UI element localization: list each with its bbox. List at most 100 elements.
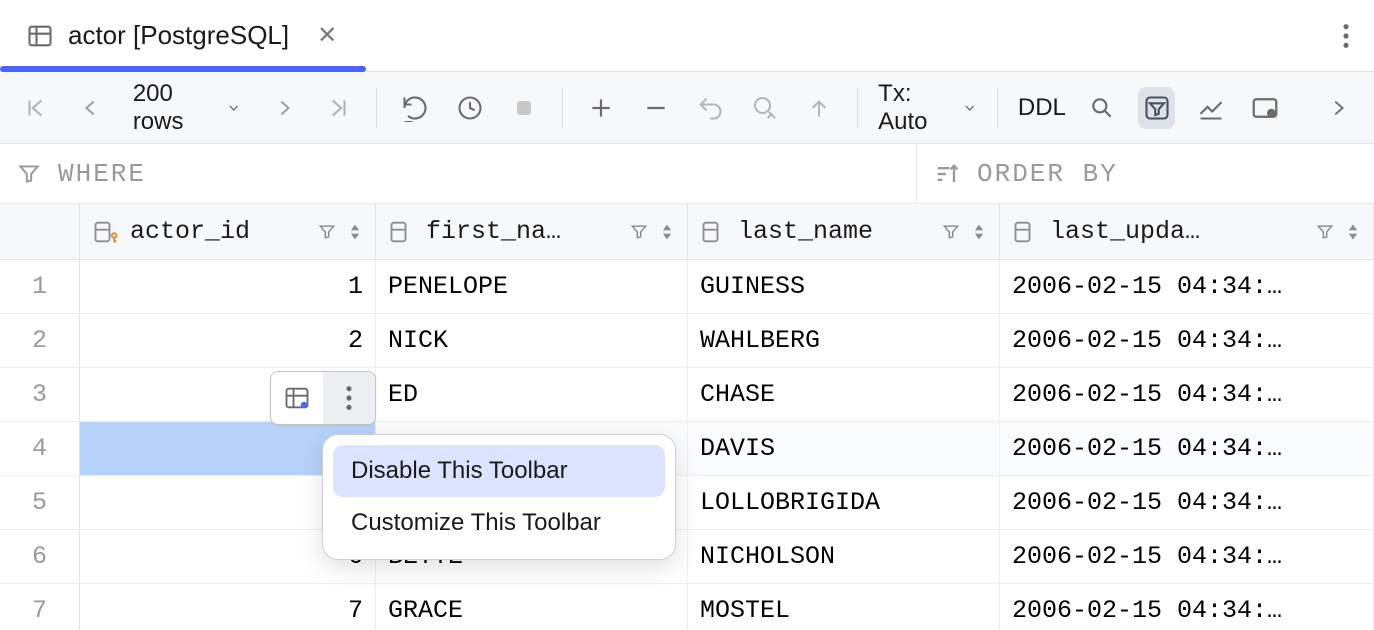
first-page-button[interactable]: [18, 87, 54, 129]
cell-hover-toolbar: [270, 371, 376, 425]
last-page-button[interactable]: [320, 87, 356, 129]
cell-actor-id[interactable]: 2: [80, 314, 376, 367]
divider: [562, 88, 563, 128]
ddl-button[interactable]: DDL: [1018, 94, 1066, 122]
table-row[interactable]: 4 DAVIS 2006-02-15 04:34:…: [0, 422, 1374, 476]
cell-first-name[interactable]: ED: [376, 368, 688, 421]
cell-more-button[interactable]: [323, 372, 375, 424]
divider: [997, 88, 998, 128]
column-header-actor-id[interactable]: actor_id: [80, 204, 376, 259]
table-row[interactable]: 2 2 NICK WAHLBERG 2006-02-15 04:34:…: [0, 314, 1374, 368]
search-button[interactable]: [1084, 87, 1120, 129]
sort-icon[interactable]: [347, 222, 363, 242]
row-number[interactable]: 7: [0, 584, 80, 630]
tab-bar: actor [PostgreSQL] ✕: [0, 0, 1374, 72]
cell-last-name[interactable]: GUINESS: [688, 260, 1000, 313]
cell-last-update[interactable]: 2006-02-15 04:34:…: [1000, 368, 1374, 421]
divider: [376, 88, 377, 128]
cell-last-update[interactable]: 2006-02-15 04:34:…: [1000, 584, 1374, 630]
cell-first-name[interactable]: NICK: [376, 314, 688, 367]
row-number[interactable]: 6: [0, 530, 80, 583]
table-row[interactable]: 1 1 PENELOPE GUINESS 2006-02-15 04:34:…: [0, 260, 1374, 314]
filter-icon[interactable]: [1315, 222, 1335, 242]
toolbar: 200 rows Tx: Auto DDL: [0, 72, 1374, 144]
menu-item-label: Disable This Toolbar: [351, 457, 568, 484]
add-row-button[interactable]: [583, 87, 619, 129]
orderby-filter[interactable]: ORDER BY: [916, 144, 1374, 203]
row-count-dropdown[interactable]: 200 rows: [127, 80, 248, 136]
delete-row-button[interactable]: [638, 87, 674, 129]
sort-icon[interactable]: [1345, 222, 1361, 242]
cell-last-name[interactable]: DAVIS: [688, 422, 1000, 475]
column-name: last_name: [738, 217, 931, 246]
row-number[interactable]: 4: [0, 422, 80, 475]
where-filter[interactable]: WHERE: [0, 144, 916, 203]
menu-item-disable-toolbar[interactable]: Disable This Toolbar: [333, 445, 665, 497]
cell-last-name[interactable]: NICHOLSON: [688, 530, 1000, 583]
cell-actor-id[interactable]: 7: [80, 584, 376, 630]
filter-icon[interactable]: [317, 222, 337, 242]
next-page-button[interactable]: [266, 87, 302, 129]
tab-overflow-menu[interactable]: [1318, 22, 1374, 50]
row-number[interactable]: 5: [0, 476, 80, 529]
cell-last-update[interactable]: 2006-02-15 04:34:…: [1000, 422, 1374, 475]
cell-last-update[interactable]: 2006-02-15 04:34:…: [1000, 476, 1374, 529]
cell-last-name[interactable]: MOSTEL: [688, 584, 1000, 630]
submit-button[interactable]: [801, 87, 837, 129]
refresh-button[interactable]: [397, 87, 433, 129]
row-number[interactable]: 3: [0, 368, 80, 421]
orderby-label: ORDER BY: [977, 159, 1118, 189]
column-icon: [388, 218, 416, 246]
cell-actor-id[interactable]: 1: [80, 260, 376, 313]
cell-last-update[interactable]: 2006-02-15 04:34:…: [1000, 260, 1374, 313]
expand-cell-button[interactable]: [271, 372, 323, 424]
stop-button[interactable]: [506, 87, 542, 129]
filter-icon[interactable]: [941, 222, 961, 242]
auto-refresh-button[interactable]: [452, 87, 488, 129]
column-header-last-update[interactable]: last_upda…: [1000, 204, 1374, 259]
cell-first-name[interactable]: GRACE: [376, 584, 688, 630]
filter-toggle-button[interactable]: [1138, 87, 1174, 129]
cell-last-name[interactable]: WAHLBERG: [688, 314, 1000, 367]
column-header-last-name[interactable]: last_name: [688, 204, 1000, 259]
tab-actor[interactable]: actor [PostgreSQL] ✕: [0, 0, 357, 71]
row-number[interactable]: 1: [0, 260, 80, 313]
toolbar-overflow-button[interactable]: [1320, 87, 1356, 129]
revert-button[interactable]: [692, 87, 728, 129]
cell-last-update[interactable]: 2006-02-15 04:34:…: [1000, 314, 1374, 367]
cell-last-update[interactable]: 2006-02-15 04:34:…: [1000, 530, 1374, 583]
table-row[interactable]: 7 7 GRACE MOSTEL 2006-02-15 04:34:…: [0, 584, 1374, 630]
tx-mode-label: Tx: Auto: [878, 80, 953, 136]
table-row[interactable]: 3 ED CHASE 2006-02-15 04:34:…: [0, 368, 1374, 422]
tx-mode-dropdown[interactable]: Tx: Auto: [878, 80, 977, 136]
chart-view-button[interactable]: [1193, 87, 1229, 129]
sort-icon[interactable]: [971, 222, 987, 242]
cell-last-name[interactable]: LOLLOBRIGIDA: [688, 476, 1000, 529]
menu-item-customize-toolbar[interactable]: Customize This Toolbar: [333, 497, 665, 549]
table-row[interactable]: 5 LOLLOBRIGIDA 2006-02-15 04:34:…: [0, 476, 1374, 530]
table-row[interactable]: 6 6 BETTE NICHOLSON 2006-02-15 04:34:…: [0, 530, 1374, 584]
row-number[interactable]: 2: [0, 314, 80, 367]
cell-last-name[interactable]: CHASE: [688, 368, 1000, 421]
filter-bar: WHERE ORDER BY: [0, 144, 1374, 204]
tab-active-indicator: [0, 66, 366, 72]
cell-first-name[interactable]: PENELOPE: [376, 260, 688, 313]
filter-icon[interactable]: [629, 222, 649, 242]
sort-icon: [933, 160, 961, 188]
ddl-label: DDL: [1018, 94, 1066, 122]
column-name: first_na…: [426, 217, 619, 246]
menu-item-label: Customize This Toolbar: [351, 509, 601, 536]
close-icon[interactable]: ✕: [317, 21, 337, 50]
data-grid: actor_id first_na… last_name last_upda…: [0, 204, 1374, 630]
preview-pending-button[interactable]: [746, 87, 782, 129]
sort-icon[interactable]: [659, 222, 675, 242]
column-header-first-name[interactable]: first_na…: [376, 204, 688, 259]
view-options-button[interactable]: [1247, 87, 1283, 129]
column-name: actor_id: [130, 217, 307, 246]
column-icon: [700, 218, 728, 246]
column-name: last_upda…: [1050, 217, 1305, 246]
chevron-down-icon: [962, 99, 977, 117]
prev-page-button[interactable]: [72, 87, 108, 129]
key-column-icon: [92, 218, 120, 246]
grid-corner[interactable]: [0, 204, 80, 259]
